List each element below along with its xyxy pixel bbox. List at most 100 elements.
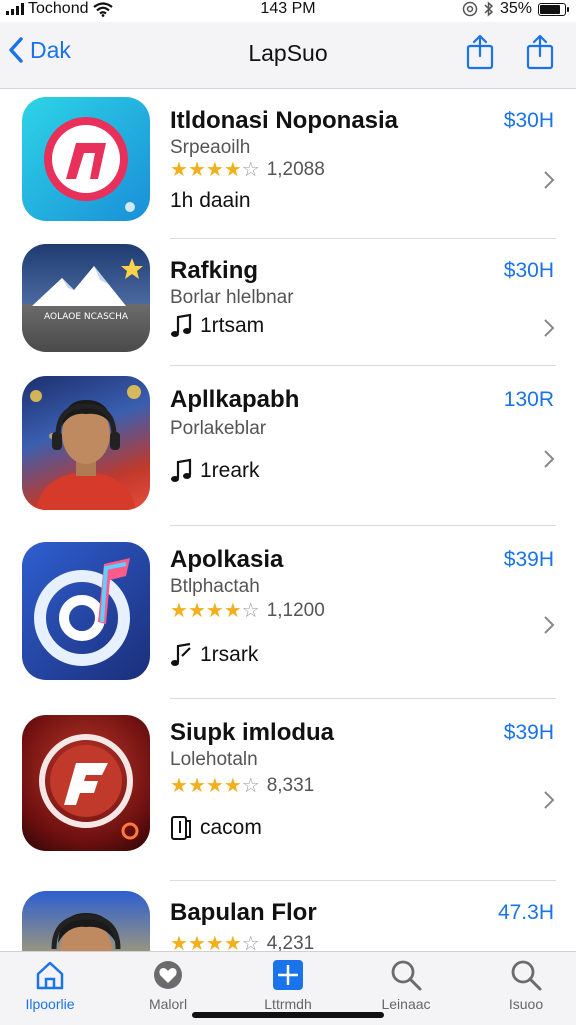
star-empty-icon: ☆ [241, 159, 260, 181]
app-icon [22, 891, 150, 951]
star-full-icon: ★ [187, 600, 206, 622]
battery-icon [538, 2, 569, 16]
app-meta: 1h daain [170, 189, 251, 213]
star-full-icon: ★ [187, 159, 206, 181]
stars: ★★★★☆ [170, 598, 260, 623]
star-empty-icon: ☆ [241, 933, 260, 951]
star-half-icon: ★ [223, 775, 242, 797]
home-icon [36, 961, 64, 990]
search-icon [511, 960, 542, 991]
star-empty-icon: ☆ [241, 600, 260, 622]
app-subtitle: Borlar hlelbnar [170, 287, 294, 308]
navigation-bar: Dak LapSuo [0, 22, 576, 89]
at-icon [462, 1, 478, 17]
star-full-icon: ★ [170, 159, 188, 181]
star-full-icon: ★ [170, 775, 188, 797]
app-icon: AOLAOE NCASCHA [22, 244, 150, 352]
chevron-right-icon [544, 450, 555, 468]
music-note-icon [171, 458, 192, 482]
app-name: Apllkapabh [170, 386, 300, 413]
heart-badge-icon [154, 961, 182, 989]
star-rating: ★★★★☆ 1,1200 [170, 598, 325, 623]
grid-plus-icon [273, 960, 303, 990]
share-icon [466, 34, 494, 70]
tab-search-secondary[interactable]: Isuoo [476, 958, 576, 1012]
star-full-icon: ★ [223, 600, 242, 622]
list-item[interactable]: Bapulan Flor ★★★★☆ 4,231 47.3H [0, 881, 576, 951]
chevron-right-icon [544, 616, 555, 634]
rating-count: 8,331 [266, 774, 315, 796]
price-button[interactable]: 47.3H [498, 901, 554, 925]
meta-text: 1rtsam [200, 314, 265, 337]
bluetooth-icon [484, 1, 494, 17]
stars: ★★★★☆ [170, 931, 260, 951]
list-item[interactable]: Itldonasi Noponasia Srpeaoilh ★★★★☆ 1,20… [0, 89, 576, 239]
price-button[interactable]: $39H [504, 548, 554, 572]
app-subtitle: Btlphactah [170, 576, 260, 597]
price-button[interactable]: $39H [504, 721, 554, 745]
app-icon [22, 542, 150, 680]
tab-categories[interactable]: Lttrmdh [238, 958, 338, 1012]
list-item[interactable]: Apolkasia Btlphactah ★★★★☆ 1,1200 1rsark… [0, 526, 576, 699]
rating-count: 1,2088 [266, 158, 325, 180]
share-button-secondary[interactable] [525, 34, 557, 70]
app-icon [22, 715, 150, 851]
star-full-icon: ★ [187, 775, 206, 797]
music-note-icon [171, 313, 192, 337]
star-rating: ★★★★☆ 8,331 [170, 773, 314, 798]
tab-label: Leinaac [381, 996, 431, 1012]
star-empty-icon: ☆ [241, 775, 260, 797]
tab-search[interactable]: Leinaac [356, 958, 456, 1012]
chevron-right-icon [544, 171, 555, 189]
battery-level [540, 4, 560, 14]
app-subtitle: Porlakeblar [170, 418, 267, 439]
app-subtitle: Srpeaoilh [170, 137, 251, 158]
share-button[interactable] [465, 34, 497, 70]
app-icon [22, 376, 150, 510]
app-name: Siupk imlodua [170, 719, 335, 746]
star-rating: ★★★★☆ 4,231 [170, 931, 315, 952]
tab-home[interactable]: Ilpoorlie [0, 958, 100, 1012]
music-note-icon [171, 642, 191, 666]
battery-percent: 35% [499, 0, 532, 17]
search-icon [391, 960, 422, 991]
price-button[interactable]: $30H [504, 259, 554, 283]
star-full-icon: ★ [205, 933, 224, 951]
rating-count: 1,1200 [266, 599, 325, 621]
tab-label: Isuoo [508, 996, 544, 1012]
meta-text: cacom [200, 816, 262, 839]
tab-label: Lttrmdh [264, 996, 312, 1012]
star-full-icon: ★ [170, 600, 188, 622]
app-meta: 1rtsam [170, 313, 264, 339]
price-button[interactable]: $30H [504, 109, 554, 133]
list-item[interactable]: AOLAOE NCASCHA Rafking Borlar hlelbnar 1… [0, 239, 576, 366]
icon-caption: AOLAOE NCASCHA [43, 312, 129, 322]
app-icon [22, 97, 150, 221]
meta-text: 1reark [200, 459, 260, 482]
list-item[interactable]: Apllkapabh Porlakeblar 1reark 130R [0, 366, 576, 526]
rating-count: 4,231 [266, 932, 315, 952]
star-half-icon: ★ [223, 933, 242, 951]
star-full-icon: ★ [205, 600, 224, 622]
app-subtitle: Lolehotaln [170, 749, 258, 770]
star-full-icon: ★ [170, 933, 188, 951]
star-rating: ★★★★☆ 1,2088 [170, 157, 325, 182]
stars: ★★★★☆ [170, 773, 260, 798]
music-sheet-icon [171, 816, 191, 840]
chevron-right-icon [544, 319, 555, 337]
chevron-right-icon [544, 791, 555, 809]
list-item[interactable]: Siupk imlodua Lolehotaln ★★★★☆ 8,331 cac… [0, 699, 576, 881]
price-button[interactable]: 130R [504, 388, 554, 412]
stars: ★★★★☆ [170, 157, 260, 182]
status-right: 35% [462, 0, 569, 18]
app-list: Itldonasi Noponasia Srpeaoilh ★★★★☆ 1,20… [0, 89, 576, 951]
app-name: Rafking [170, 257, 259, 284]
tab-label: Malorl [148, 996, 188, 1012]
star-full-icon: ★ [205, 775, 224, 797]
app-meta: cacom [170, 815, 262, 841]
meta-text: 1h daain [170, 189, 251, 212]
app-name: Apolkasia [170, 546, 284, 573]
star-full-icon: ★ [205, 159, 224, 181]
star-full-icon: ★ [187, 933, 206, 951]
tab-featured[interactable]: Malorl [118, 958, 218, 1012]
